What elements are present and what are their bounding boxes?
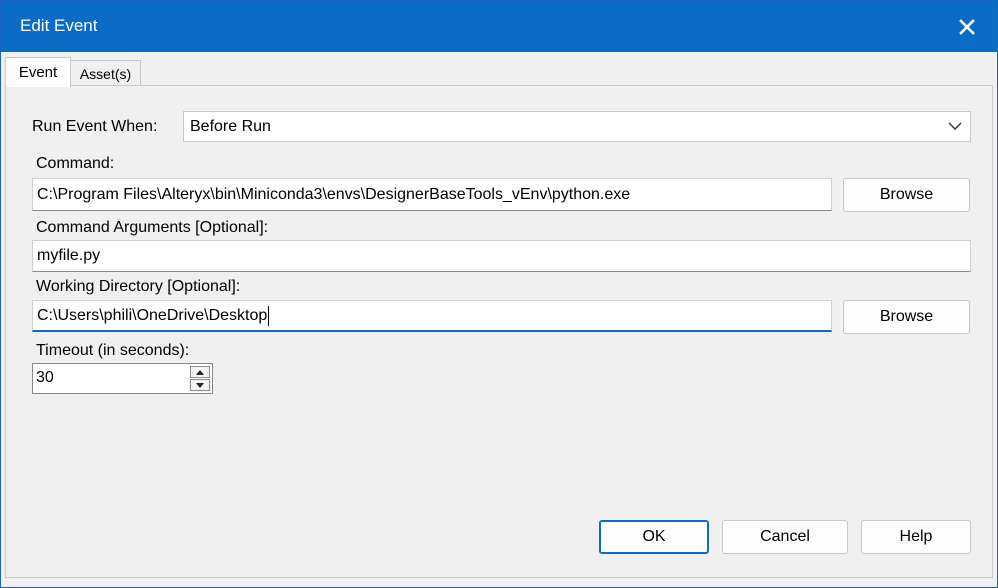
working-directory-label: Working Directory [Optional]:	[36, 278, 241, 295]
command-browse-button[interactable]: Browse	[843, 178, 970, 212]
timeout-value: 30	[36, 369, 54, 386]
command-input[interactable]: C:\Program Files\Alteryx\bin\Miniconda3\…	[32, 178, 832, 211]
cancel-button[interactable]: Cancel	[722, 520, 848, 554]
edit-event-dialog: Edit Event Event Asset(s) Run Event When…	[0, 0, 998, 588]
chevron-down-icon	[948, 122, 962, 130]
ok-label: OK	[642, 528, 666, 545]
cancel-label: Cancel	[760, 528, 810, 545]
stepper-up-button[interactable]	[190, 366, 210, 378]
command-arguments-label: Command Arguments [Optional]:	[36, 219, 269, 236]
tab-assets-label: Asset(s)	[79, 65, 132, 82]
help-label: Help	[899, 528, 933, 545]
stepper-buttons	[190, 366, 210, 391]
timeout-stepper[interactable]: 30	[32, 363, 213, 394]
close-icon	[959, 19, 975, 35]
tab-strip: Event Asset(s)	[1, 52, 997, 87]
text-caret	[268, 305, 270, 326]
help-button[interactable]: Help	[861, 520, 971, 554]
command-value: C:\Program Files\Alteryx\bin\Miniconda3\…	[37, 185, 631, 203]
stepper-down-button[interactable]	[190, 379, 210, 391]
command-browse-label: Browse	[879, 186, 934, 203]
ok-button[interactable]: OK	[599, 520, 709, 554]
caret-up-icon	[196, 369, 204, 375]
title-bar: Edit Event	[1, 1, 997, 52]
command-arguments-input[interactable]: myfile.py	[32, 240, 971, 272]
run-event-when-value: Before Run	[190, 117, 271, 135]
dialog-title: Edit Event	[20, 16, 98, 35]
tab-event-label: Event	[18, 64, 58, 81]
run-event-when-dropdown[interactable]: Before Run	[183, 111, 971, 142]
working-directory-browse-label: Browse	[879, 308, 934, 325]
command-label: Command:	[36, 155, 115, 172]
working-directory-input[interactable]: C:\Users\phili\OneDrive\Desktop	[32, 300, 832, 332]
close-button[interactable]	[947, 7, 987, 47]
tab-event[interactable]: Event	[5, 57, 71, 87]
command-arguments-value: myfile.py	[37, 247, 101, 264]
working-directory-value: C:\Users\phili\OneDrive\Desktop	[37, 306, 268, 324]
timeout-label: Timeout (in seconds):	[36, 342, 190, 359]
tab-assets[interactable]: Asset(s)	[71, 60, 141, 86]
caret-down-icon	[196, 382, 204, 388]
run-event-when-label: Run Event When:	[32, 118, 158, 135]
working-directory-browse-button[interactable]: Browse	[843, 300, 970, 334]
